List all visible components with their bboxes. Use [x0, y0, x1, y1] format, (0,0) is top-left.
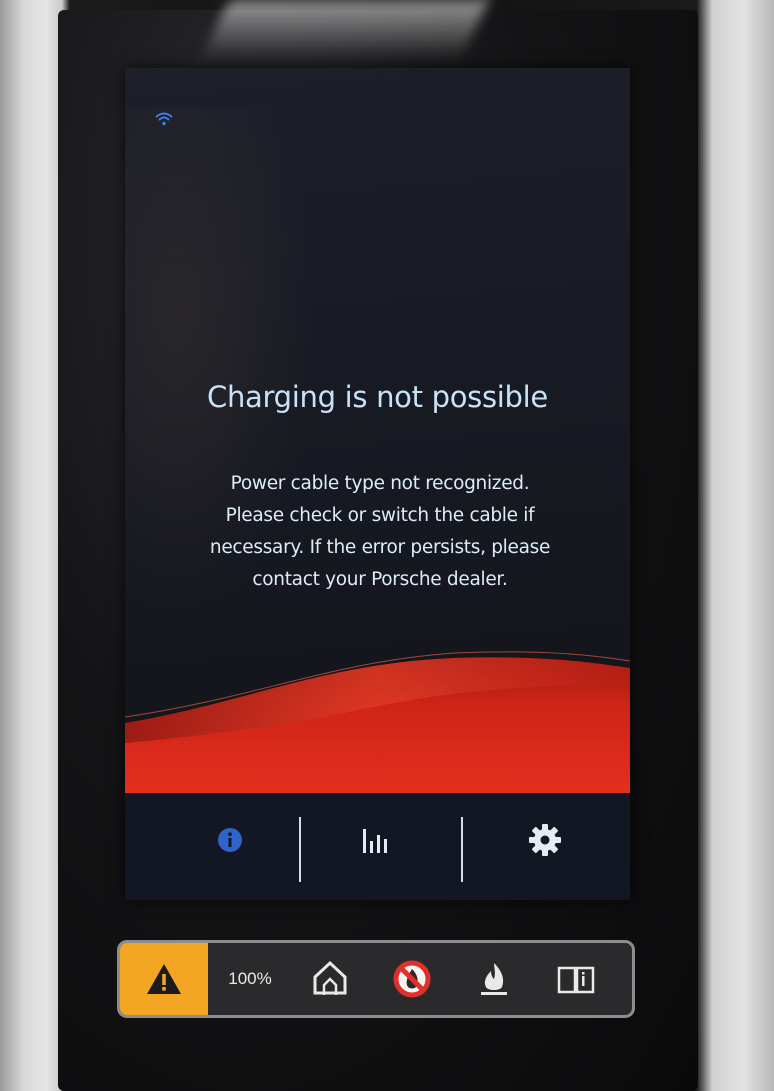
device-photo: Charging is not possible Power cable typ…: [0, 0, 774, 1091]
warning-icon: [147, 964, 181, 994]
manual-icon: [552, 955, 600, 1003]
charge-percentage: 100%: [228, 969, 272, 988]
bar-chart-icon: [363, 829, 387, 853]
warning-indicator: [120, 943, 208, 1015]
gear-icon: [529, 824, 561, 856]
red-wave-graphic: [125, 651, 630, 793]
info-icon: [218, 828, 242, 852]
message-line: contact your Porsche dealer.: [252, 569, 508, 590]
page-title: Charging is not possible: [207, 380, 548, 414]
nav-divider: [461, 817, 463, 882]
error-message: Power cable type not recognized. Please …: [165, 468, 595, 596]
settings-button[interactable]: [515, 815, 575, 865]
nav-divider: [299, 817, 301, 882]
bottom-navbar: [125, 793, 630, 900]
info-button[interactable]: [200, 815, 260, 865]
charger-screen: Charging is not possible Power cable typ…: [125, 68, 630, 900]
light-glare: [201, 0, 489, 60]
message-line: Power cable type not recognized.: [230, 473, 530, 494]
no-fire-icon: [388, 955, 436, 1003]
flame-icon: [470, 955, 518, 1003]
message-line: Please check or switch the cable if: [225, 505, 535, 526]
status-strip: 100%: [117, 940, 635, 1018]
message-line: necessary. If the error persists, please: [209, 537, 551, 558]
house-power-icon: [306, 955, 354, 1003]
wifi-icon: [155, 112, 173, 126]
statistics-button[interactable]: [347, 815, 407, 865]
